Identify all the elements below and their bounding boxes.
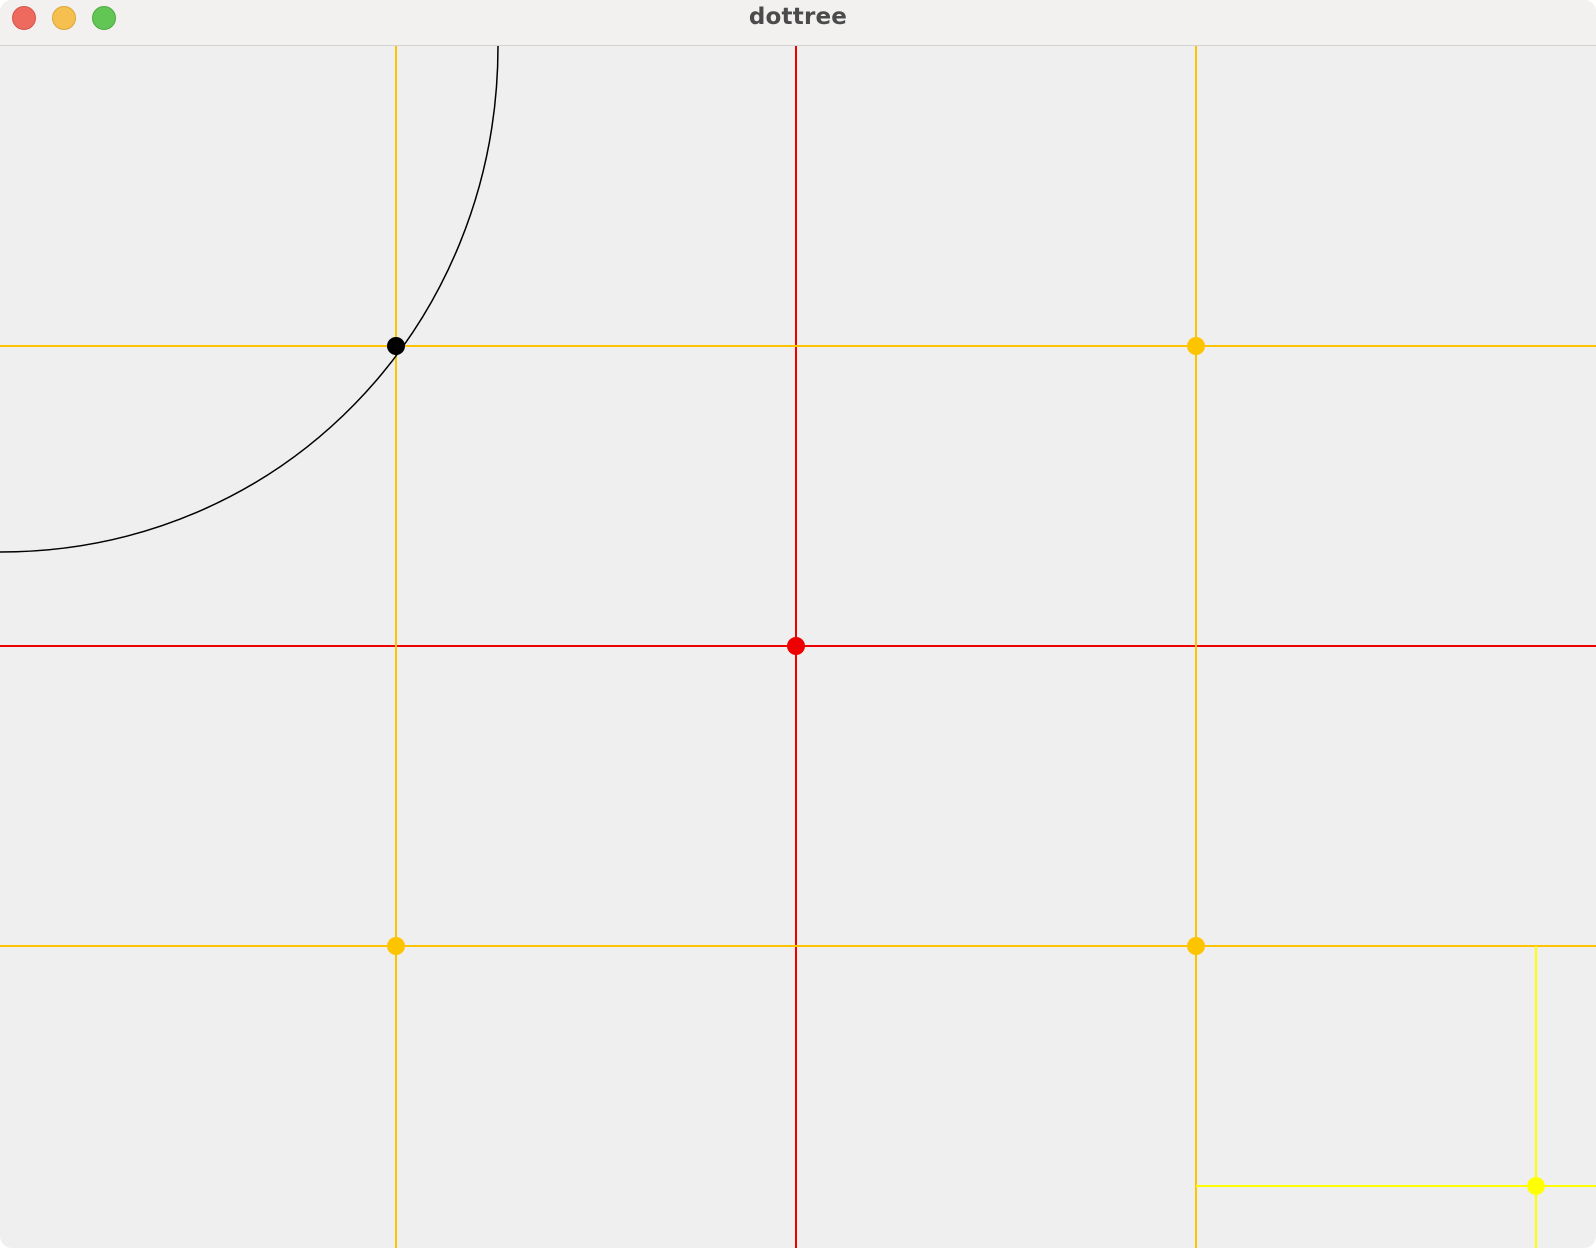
drawing-canvas[interactable] — [0, 46, 1596, 1248]
title-bar[interactable]: dottree — [0, 0, 1596, 46]
level1-point-top-right[interactable] — [1187, 337, 1205, 355]
level1-point-bottom-right[interactable] — [1187, 937, 1205, 955]
app-window: dottree — [0, 0, 1596, 1248]
nearest-point-marker[interactable] — [387, 337, 405, 355]
window-title: dottree — [748, 4, 848, 30]
level2-point[interactable] — [1527, 1177, 1545, 1195]
root-point[interactable] — [787, 637, 805, 655]
query-arc — [0, 46, 499, 553]
level1-point-bottom-left[interactable] — [387, 937, 405, 955]
